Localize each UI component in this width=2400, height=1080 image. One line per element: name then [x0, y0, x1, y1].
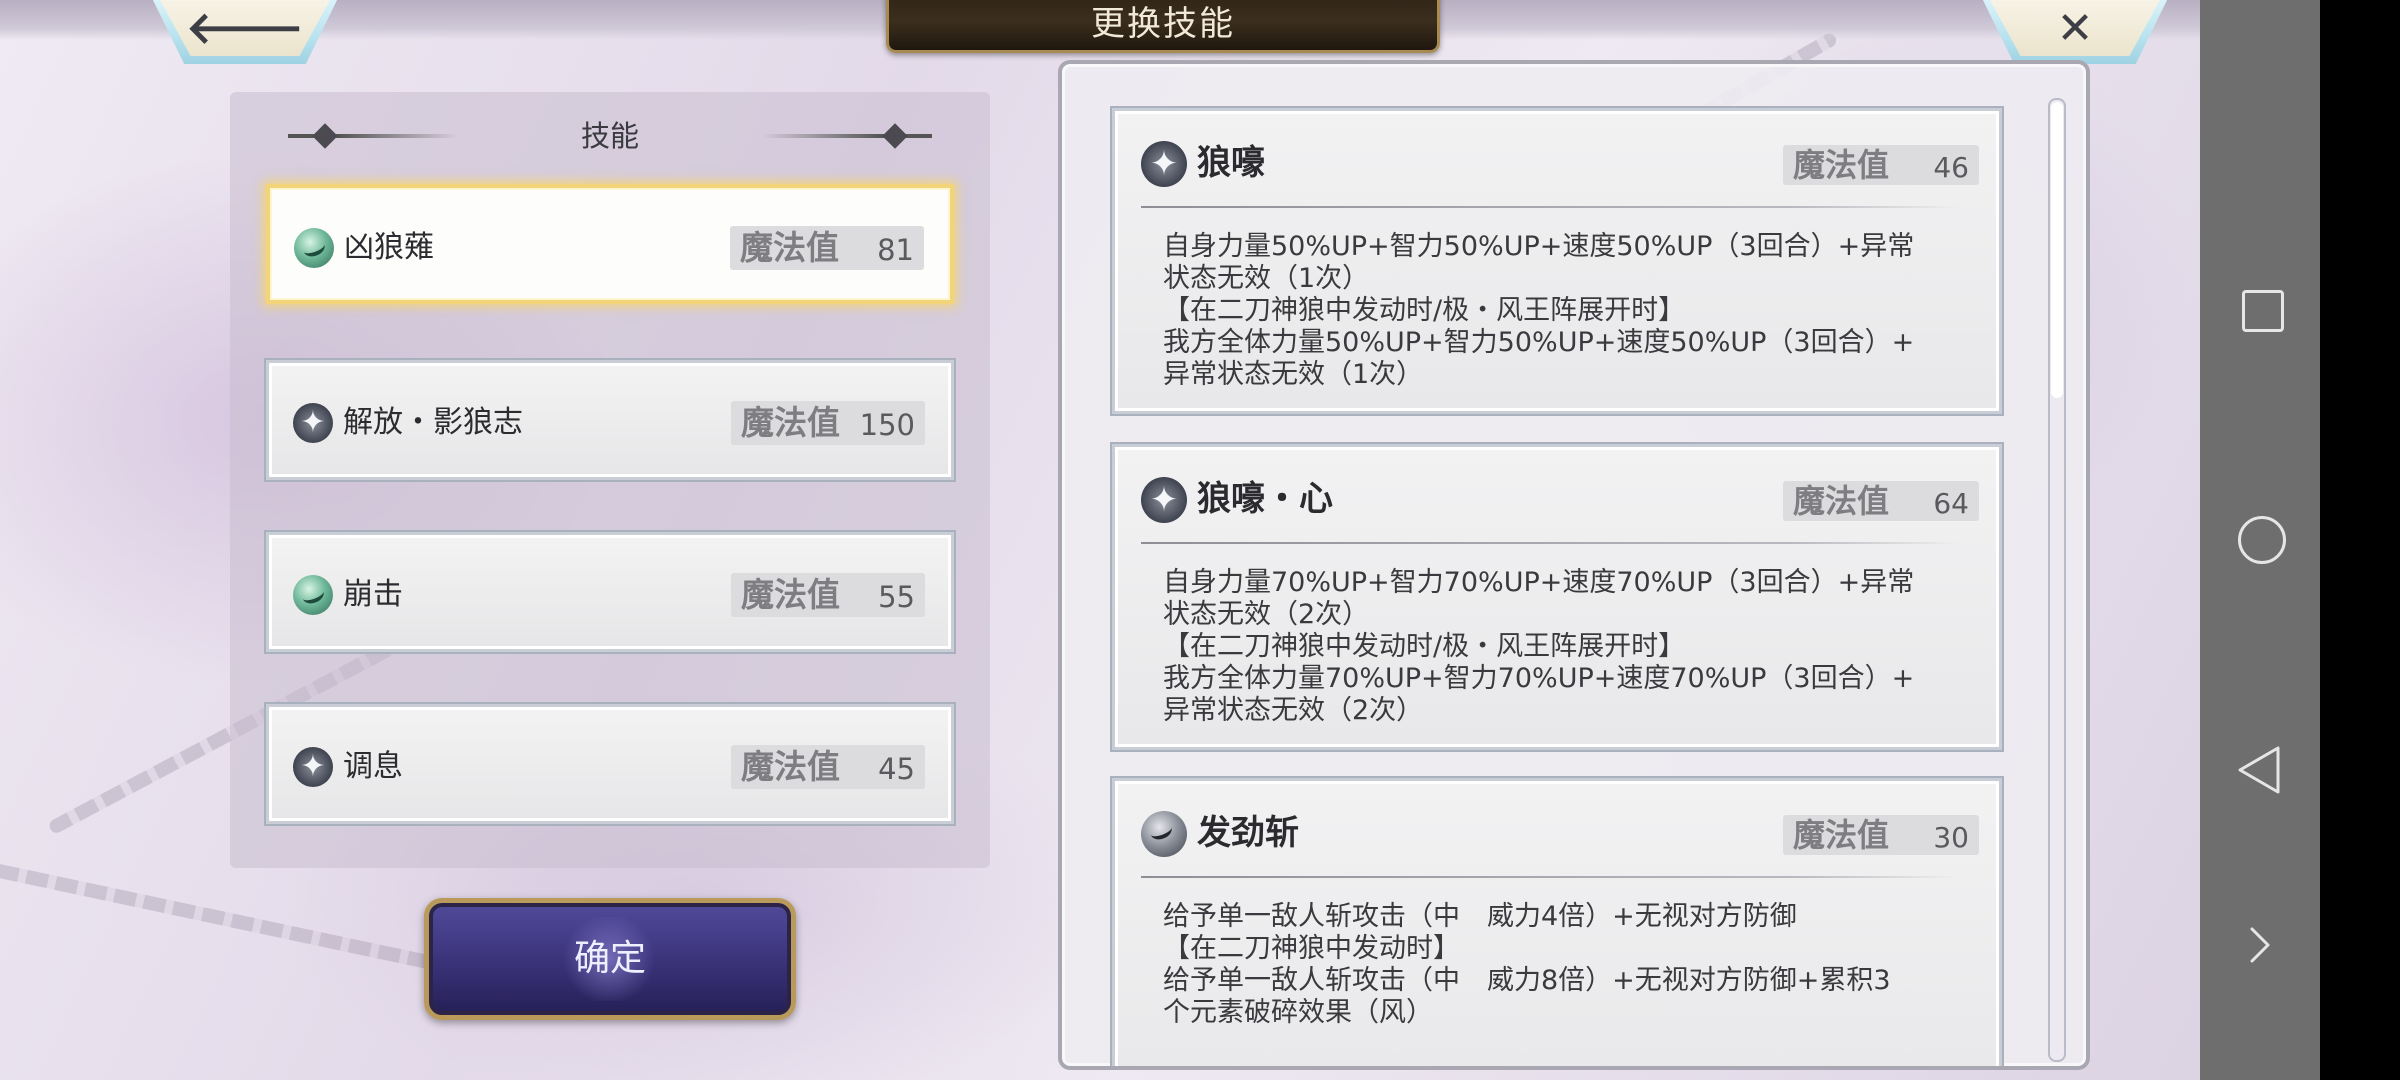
mp-label: 魔法值 [740, 228, 839, 267]
mp-value: 150 [859, 408, 915, 442]
recent-apps-icon[interactable] [2200, 270, 2320, 350]
mp-label: 魔法值 [741, 403, 840, 442]
star-burst-icon [293, 403, 333, 443]
mp-label: 魔法值 [1793, 146, 1890, 184]
star-burst-icon [293, 747, 333, 787]
skill-detail-card[interactable]: 狼嚎 魔法值 46 自身力量50%UP+智力50%UP+速度50%UP（3回合）… [1112, 108, 2002, 414]
green-slash-icon [293, 575, 333, 615]
scrollbar-thumb[interactable] [2051, 102, 2063, 398]
skill-name: 发劲斩 [1197, 813, 1299, 853]
screen-edge [2320, 0, 2400, 1080]
mp-value: 81 [877, 233, 914, 267]
mp-cost-badge: 魔法值 64 [1783, 481, 1979, 521]
mp-cost-badge: 魔法值 30 [1783, 815, 1979, 855]
chevron-right-icon[interactable] [2200, 905, 2320, 985]
back-arrow-icon: 🡐 [186, 3, 304, 54]
back-triangle-svg [2238, 746, 2280, 794]
card-divider [1141, 206, 1959, 208]
confirm-label: 确定 [573, 938, 646, 979]
skill-name: 崩击 [343, 577, 403, 612]
card-divider [1141, 542, 1959, 544]
skill-detail-card[interactable]: 发劲斩 魔法值 30 给予单一敌人斩攻击（中 威力4倍）+无视对方防御 【在二刀… [1112, 778, 2002, 1066]
mp-label: 魔法值 [741, 747, 840, 786]
skill-item[interactable]: 解放・影狼志 魔法值 150 [266, 360, 954, 480]
mp-value: 46 [1933, 151, 1969, 184]
green-slash-icon [294, 228, 334, 268]
mp-cost-badge: 魔法值 150 [731, 401, 925, 445]
skill-description: 给予单一敌人斩攻击（中 威力4倍）+无视对方防御 【在二刀神狼中发动时】 给予单… [1163, 901, 1891, 1028]
mp-cost-badge: 魔法值 55 [731, 573, 925, 617]
skill-name: 调息 [343, 749, 403, 784]
skill-detail-panel[interactable]: 狼嚎 魔法值 46 自身力量50%UP+智力50%UP+速度50%UP（3回合）… [1058, 60, 2090, 1070]
star-burst-icon [1141, 141, 1187, 187]
detail-scrollbar[interactable] [2048, 98, 2066, 1062]
gray-slash-icon [1141, 811, 1187, 857]
page-title: 更换技能 [1091, 4, 1235, 44]
system-nav-bar [2200, 0, 2320, 1080]
skill-list-panel: 技能 凶狼薙 魔法值 81 解放・影狼志 魔法值 150 崩击 魔法值 55 [230, 92, 990, 868]
skill-item[interactable]: 凶狼薙 魔法值 81 [266, 184, 954, 304]
back-triangle-icon[interactable] [2200, 730, 2320, 810]
skill-item[interactable]: 崩击 魔法值 55 [266, 532, 954, 652]
skill-detail-card[interactable]: 狼嚎・心 魔法值 64 自身力量70%UP+智力70%UP+速度70%UP（3回… [1112, 444, 2002, 750]
card-divider [1141, 876, 1959, 878]
skill-description: 自身力量70%UP+智力70%UP+速度70%UP（3回合）+异常 状态无效（2… [1163, 567, 1915, 726]
title-banner: 更换技能 [886, 0, 1440, 53]
ornament-divider-right [762, 134, 932, 138]
confirm-button[interactable]: 确定 [424, 898, 796, 1020]
home-icon[interactable] [2200, 500, 2320, 580]
mp-cost-badge: 魔法值 81 [730, 226, 924, 270]
skill-item[interactable]: 调息 魔法值 45 [266, 704, 954, 824]
skill-name: 狼嚎・心 [1197, 479, 1333, 519]
mp-label: 魔法值 [1793, 816, 1890, 854]
mp-cost-badge: 魔法值 45 [731, 745, 925, 789]
skill-name: 狼嚎 [1197, 143, 1265, 183]
game-screen: 🡐 更换技能 ✕ 技能 凶狼薙 魔法值 81 解放・影狼志 魔法值 150 [0, 0, 2400, 1080]
mp-label: 魔法值 [1793, 482, 1890, 520]
mp-label: 魔法值 [741, 575, 840, 614]
mp-cost-badge: 魔法值 46 [1783, 145, 1979, 185]
skill-description: 自身力量50%UP+智力50%UP+速度50%UP（3回合）+异常 状态无效（1… [1163, 231, 1915, 390]
mp-value: 45 [878, 752, 915, 786]
chevron-right-svg [2250, 927, 2270, 963]
mp-value: 64 [1933, 487, 1969, 520]
skill-name: 解放・影狼志 [343, 405, 523, 440]
skill-name: 凶狼薙 [344, 230, 434, 265]
star-burst-icon [1141, 477, 1187, 523]
close-icon: ✕ [2056, 3, 2094, 54]
mp-value: 30 [1933, 821, 1969, 854]
mp-value: 55 [878, 580, 915, 614]
